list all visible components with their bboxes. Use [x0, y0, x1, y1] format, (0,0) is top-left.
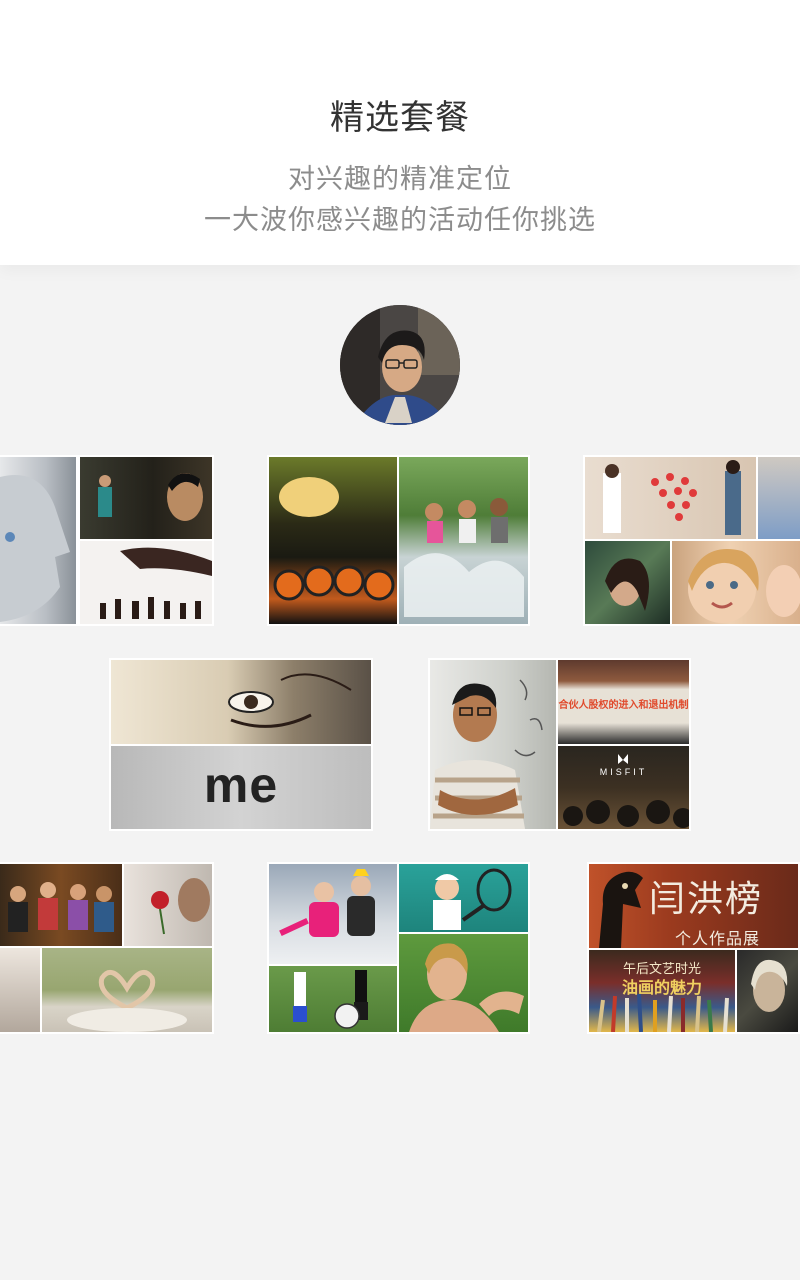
- tennis-player-photo: [397, 862, 530, 934]
- friends-bar-photo: [0, 862, 124, 948]
- photographer-photo: [0, 946, 42, 1034]
- artist-face-icon: [751, 959, 788, 1012]
- package-card-sports[interactable]: [267, 862, 530, 1034]
- friends-icon: [8, 882, 114, 932]
- ski-girls-photo: [267, 862, 399, 966]
- couple-rose-photo: [122, 862, 214, 948]
- heart-hands-photo: [40, 946, 214, 1034]
- me-text-photo: me: [109, 744, 373, 831]
- girl-icon: [605, 558, 649, 611]
- misfit-logo-icon: [563, 754, 689, 828]
- soccer-ball-icon: [293, 970, 368, 1029]
- package-card-tech-intelligence[interactable]: [0, 455, 214, 626]
- package-card-friends[interactable]: [0, 862, 214, 1034]
- water-splash-photo: [397, 455, 530, 626]
- wedding-hearts-photo: [583, 455, 758, 541]
- art-headline-text: 油画的魅力: [621, 980, 702, 997]
- misfit-brand-text: MISFIT: [599, 767, 648, 777]
- presenter-icon: [98, 473, 203, 521]
- rose-icon: [151, 878, 210, 935]
- exhibition-poster: 闫洪榜 个人作品展: [587, 862, 800, 950]
- artist-name-text: 闫洪榜: [649, 878, 764, 919]
- ski-icon: [279, 869, 375, 937]
- man-portrait-icon: [430, 679, 543, 829]
- page-title: 精选套餐: [330, 98, 470, 138]
- chess-hand-photo: [78, 539, 214, 626]
- sushi-icon: [273, 477, 395, 601]
- avatar-photo-icon: [340, 305, 460, 425]
- soccer-photo: [267, 964, 399, 1034]
- partner-equity-banner: 合伙人股权的进入和退出机制: [556, 658, 691, 746]
- partner-equity-banner-text: 合伙人股权的进入和退出机制: [558, 700, 689, 711]
- subtitle-line-1: 对兴趣的精准定位: [288, 164, 512, 195]
- header-panel: 精选套餐 对兴趣的精准定位 一大波你感兴趣的活动任你挑选: [0, 0, 800, 265]
- package-card-love-family[interactable]: [583, 455, 800, 626]
- artist-portrait-photo: [735, 948, 800, 1034]
- kids-splash-icon: [404, 498, 524, 617]
- robot-head-icon: [0, 475, 70, 622]
- hearts-icon: [603, 460, 741, 535]
- man-portrait-photo: [756, 455, 800, 541]
- henna-eye-photo: [109, 658, 373, 746]
- horse-art-icon: [599, 871, 643, 948]
- user-avatar[interactable]: [340, 305, 460, 425]
- heart-hands-icon: [67, 969, 187, 1032]
- package-card-food-outdoor[interactable]: [267, 455, 530, 626]
- chess-pieces-icon: [100, 547, 212, 619]
- package-card-me[interactable]: me: [109, 658, 373, 831]
- child-smiling-photo: [670, 539, 800, 626]
- tennis-racket-icon: [433, 868, 512, 930]
- robot-face-image: [0, 455, 78, 626]
- presenter-photo: [78, 455, 214, 541]
- eye-henna-icon: [228, 673, 352, 728]
- girl-phone-photo: [583, 539, 672, 626]
- man-arms-crossed-photo: [428, 658, 558, 831]
- package-card-art-exhibition[interactable]: 闫洪榜 个人作品展 午后文艺时光 油画的魅力: [587, 862, 800, 1034]
- oil-painting-photo: 午后文艺时光 油画的魅力: [587, 948, 737, 1034]
- child-face-icon: [688, 549, 800, 623]
- subtitle-line-2: 一大波你感兴趣的活动任你挑选: [204, 205, 596, 236]
- package-card-startup[interactable]: 合伙人股权的进入和退出机制 MISFIT: [428, 658, 691, 831]
- exhibition-subtitle-text: 个人作品展: [675, 931, 761, 948]
- sushi-photo: [267, 455, 399, 626]
- me-text: me: [203, 757, 279, 813]
- fitness-woman-photo: [397, 932, 530, 1034]
- fitness-woman-icon: [409, 943, 524, 1032]
- misfit-concert-photo: MISFIT: [556, 744, 691, 831]
